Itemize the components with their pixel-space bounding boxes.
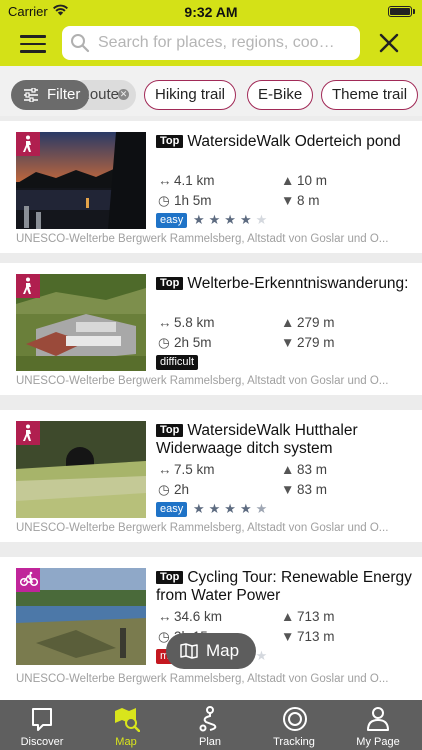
tour-title: Cycling Tour: Renewable Energy from Wate…: [156, 569, 412, 604]
difficulty-badge: easy: [156, 502, 188, 517]
map-icon: [180, 643, 198, 659]
search-bar[interactable]: [62, 26, 360, 60]
difficulty-badge: easy: [156, 213, 188, 228]
distance: ↔ 4.1 km: [158, 173, 215, 188]
tracking-icon: [283, 707, 307, 731]
descent: ▼ 83 m: [281, 482, 328, 497]
route-icon: [199, 706, 217, 732]
clock-icon: ◷: [158, 335, 170, 350]
bike-icon: [20, 571, 38, 587]
distance-icon: ↔: [158, 315, 172, 330]
clock-icon: ◷: [158, 482, 170, 497]
ascent: ▲ 279 m: [281, 315, 335, 330]
ascent: ▲ 83 m: [281, 462, 328, 477]
bookmark-icon: [32, 708, 52, 731]
region-text: UNESCO-Welterbe Bergwerk Rammelsberg, Al…: [16, 375, 389, 387]
distance-icon: ↔: [158, 609, 172, 624]
ascent-icon: ▲: [281, 315, 295, 330]
result-card[interactable]: Top WatersideWalk Oderteich pond ↔ 4.1 km …: [0, 121, 422, 253]
ascent: ▲ 10 m: [281, 173, 328, 188]
tab-bar: Discover Map Plan Tracking My Page: [0, 700, 422, 750]
region-text: UNESCO-Welterbe Bergwerk Rammelsberg, Al…: [16, 233, 389, 245]
top-badge: Top: [156, 571, 184, 584]
close-icon[interactable]: [378, 32, 400, 54]
map-button[interactable]: Map: [166, 633, 256, 669]
result-card[interactable]: Top Cycling Tour: Renewable Energy from W…: [0, 557, 422, 700]
filter-bar: Route ✕ Filter Hiking trail E-Bike Theme…: [0, 66, 422, 116]
descent-icon: ▼: [281, 335, 295, 350]
descent: ▼ 279 m: [281, 335, 335, 350]
clock: 9:32 AM: [184, 4, 238, 20]
distance: ↔ 34.6 km: [158, 609, 223, 624]
search-icon: [71, 34, 90, 53]
hiking-type-badge: [16, 421, 40, 445]
map-search-icon: [115, 708, 140, 732]
tour-image: [16, 132, 146, 229]
hiking-icon: [23, 424, 31, 441]
tab-discover[interactable]: Discover: [0, 700, 84, 750]
bike-type-badge: [16, 568, 40, 592]
tab-map[interactable]: Map: [84, 700, 168, 750]
chip-e-bike[interactable]: E-Bike: [247, 80, 314, 110]
hiking-type-badge: [16, 132, 40, 156]
top-badge: Top: [156, 277, 184, 290]
chip-theme-trail[interactable]: Theme trail: [321, 80, 419, 110]
clock-icon: ◷: [158, 193, 170, 208]
tour-title: Welterbe-Erkenntniswanderung:: [187, 275, 409, 292]
descent-icon: ▼: [281, 482, 295, 497]
tour-image: [16, 421, 146, 518]
difficulty-badge: difficult: [156, 355, 199, 370]
header: Carrier 9:32 AM: [0, 0, 422, 66]
result-card[interactable]: Top WatersideWalk Hutthaler Widerwaage di…: [0, 410, 422, 542]
user-icon: [367, 707, 389, 731]
descent-icon: ▼: [281, 193, 295, 208]
status-bar: Carrier 9:32 AM: [0, 0, 422, 22]
hiking-icon: [23, 135, 31, 152]
sliders-icon: [24, 88, 38, 102]
chip-hiking-trail[interactable]: Hiking trail: [144, 80, 237, 110]
tour-image: [16, 568, 146, 665]
tab-plan[interactable]: Plan: [168, 700, 252, 750]
hiking-type-badge: [16, 274, 40, 298]
hiking-icon: [23, 277, 31, 294]
top-badge: Top: [156, 424, 184, 437]
region-text: UNESCO-Welterbe Bergwerk Rammelsberg, Al…: [16, 522, 389, 534]
tour-title: WatersideWalk Hutthaler Widerwaage ditch…: [156, 422, 358, 457]
map-button-label: Map: [206, 641, 240, 660]
distance: ↔ 5.8 km: [158, 315, 215, 330]
distance-icon: ↔: [158, 462, 172, 477]
filter-button[interactable]: Filter: [11, 80, 89, 110]
top-badge: Top: [156, 135, 184, 148]
distance: ↔ 7.5 km: [158, 462, 215, 477]
ascent-icon: ▲: [281, 609, 295, 624]
result-card[interactable]: Top Welterbe-Erkenntniswanderung: ↔ 5.8 km…: [0, 263, 422, 395]
tour-title: WatersideWalk Oderteich pond: [187, 133, 401, 150]
ascent: ▲ 713 m: [281, 609, 335, 624]
battery-icon: [388, 6, 412, 17]
duration: ◷ 1h 5m: [158, 193, 212, 208]
descent: ▼ 8 m: [281, 193, 320, 208]
duration: ◷ 2h 5m: [158, 335, 212, 350]
tab-tracking[interactable]: Tracking: [252, 700, 336, 750]
distance-icon: ↔: [158, 173, 172, 188]
remove-chip-icon[interactable]: ✕: [118, 89, 129, 100]
descent: ▼ 713 m: [281, 629, 335, 644]
ascent-icon: ▲: [281, 462, 295, 477]
rating-stars: ★★★★★: [193, 212, 272, 227]
duration: ◷ 2h: [158, 482, 190, 497]
filter-label: Filter: [47, 86, 81, 103]
search-input[interactable]: [98, 26, 354, 60]
descent-icon: ▼: [281, 629, 295, 644]
tab-my-page[interactable]: My Page: [336, 700, 420, 750]
region-text: UNESCO-Welterbe Bergwerk Rammelsberg, Al…: [16, 673, 389, 685]
ascent-icon: ▲: [281, 173, 295, 188]
menu-button[interactable]: [20, 32, 46, 54]
rating-stars: ★★★★★: [193, 501, 272, 516]
tour-image: [16, 274, 146, 371]
